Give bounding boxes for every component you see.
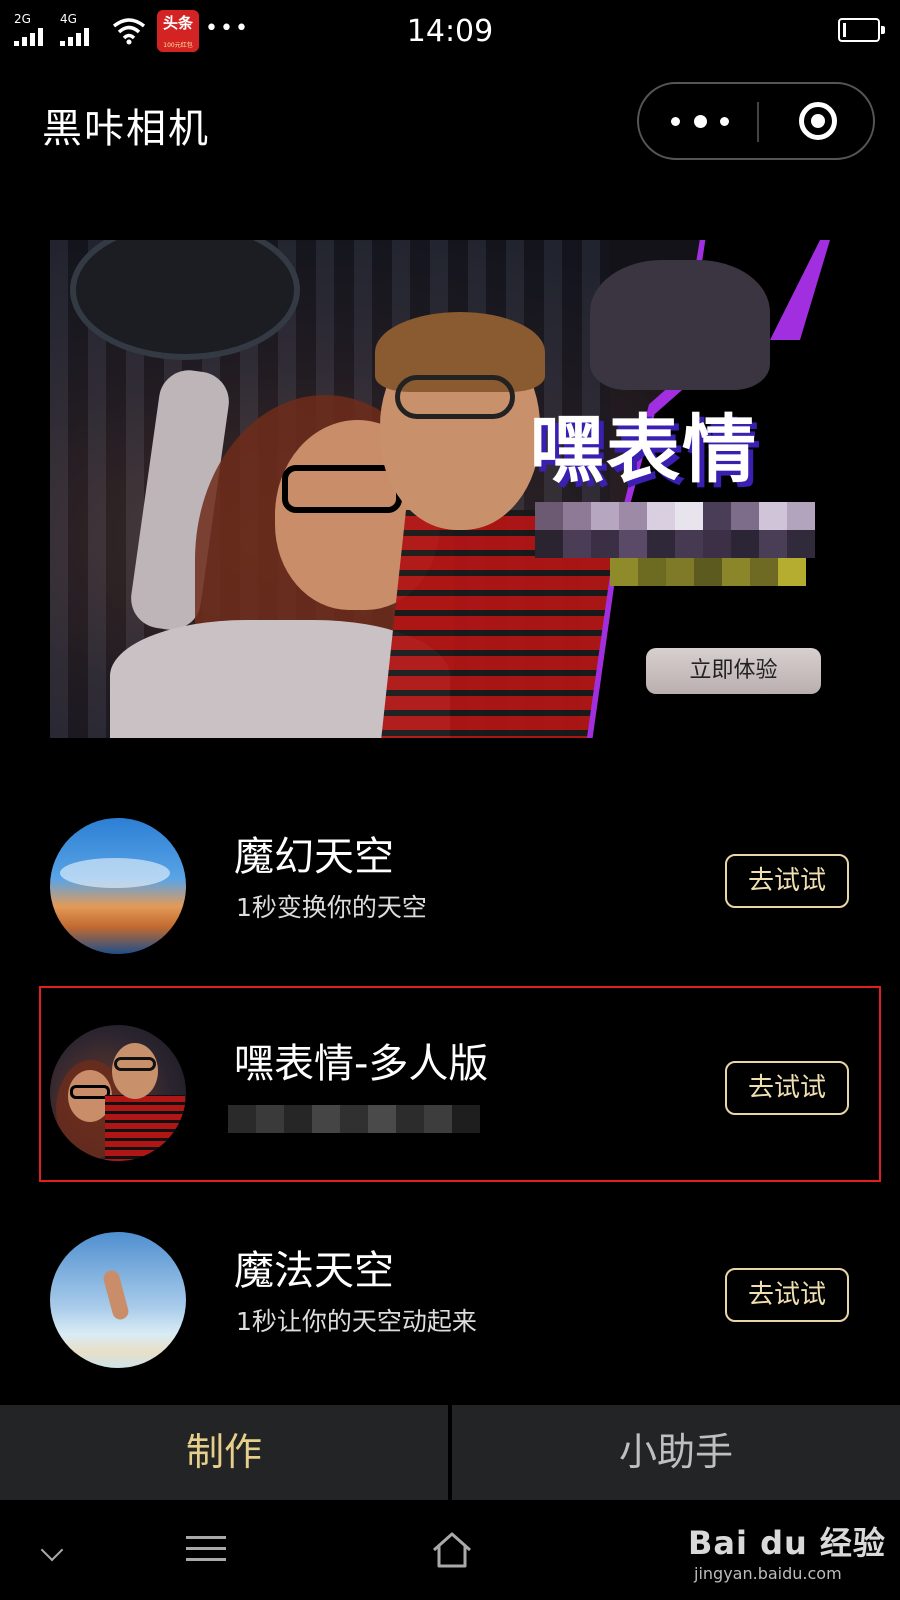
- try-button[interactable]: 去试试: [725, 1061, 849, 1115]
- menu-icon[interactable]: [186, 1536, 226, 1562]
- banner-tagline-pixelated: [610, 558, 806, 586]
- capsule-divider: [757, 102, 759, 142]
- feature-title: 魔法天空: [234, 1248, 394, 1294]
- banner-cta-button[interactable]: 立即体验: [646, 648, 821, 694]
- feature-avatar: [50, 818, 186, 954]
- watermark-main: Bai du 经验: [688, 1524, 886, 1562]
- feature-title: 魔幻天空: [234, 834, 394, 880]
- banner-subtitle-pixelated-2: [535, 530, 815, 558]
- mini-program-capsule: [637, 82, 875, 160]
- feature-item-magic-sky-animated[interactable]: 魔法天空 1秒让你的天空动起来 去试试: [0, 1222, 900, 1392]
- tab-make[interactable]: 制作: [0, 1405, 448, 1500]
- top-hat-right: [590, 260, 770, 390]
- banner-subtitle-pixelated: [535, 502, 815, 530]
- more-dots-icon[interactable]: [671, 106, 729, 136]
- status-time: 14:09: [406, 14, 494, 49]
- feature-subtitle: 1秒变换你的天空: [236, 893, 427, 922]
- close-target-icon[interactable]: [799, 102, 837, 140]
- baidu-jingyan-watermark: Bai du 经验 jingyan.baidu.com: [688, 1518, 886, 1583]
- chevron-down-icon[interactable]: [40, 1538, 64, 1562]
- woman-glasses: [282, 465, 402, 513]
- promo-banner[interactable]: 嘿表情 立即体验: [50, 240, 852, 738]
- page-title: 黑咔相机: [42, 106, 210, 152]
- feature-avatar: [50, 1232, 186, 1368]
- feature-subtitle: 1秒让你的天空动起来: [236, 1307, 477, 1336]
- watermark-sub: jingyan.baidu.com: [694, 1564, 842, 1583]
- feature-item-hey-emoji-multi[interactable]: 嘿表情-多人版 去试试: [0, 1015, 900, 1185]
- feature-avatar: [50, 1025, 186, 1161]
- banner-heading: 嘿表情: [530, 407, 758, 493]
- feature-item-magic-sky[interactable]: 魔幻天空 1秒变换你的天空 去试试: [0, 808, 900, 978]
- man-glasses: [395, 375, 515, 419]
- feature-subtitle-pixelated: [228, 1105, 480, 1133]
- try-button[interactable]: 去试试: [725, 1268, 849, 1322]
- try-button[interactable]: 去试试: [725, 854, 849, 908]
- feature-title: 嘿表情-多人版: [234, 1041, 489, 1087]
- battery-icon: [838, 18, 885, 42]
- home-icon[interactable]: [430, 1530, 474, 1570]
- bottom-tab-bar: 制作 小助手: [0, 1405, 900, 1500]
- status-bar: 2G 4G 头条 100元红包 ••• 14:09: [0, 0, 900, 70]
- battery-level: [843, 23, 846, 37]
- tab-assistant[interactable]: 小助手: [452, 1405, 900, 1500]
- system-navigation-bar: Bai du 经验 jingyan.baidu.com: [0, 1500, 900, 1600]
